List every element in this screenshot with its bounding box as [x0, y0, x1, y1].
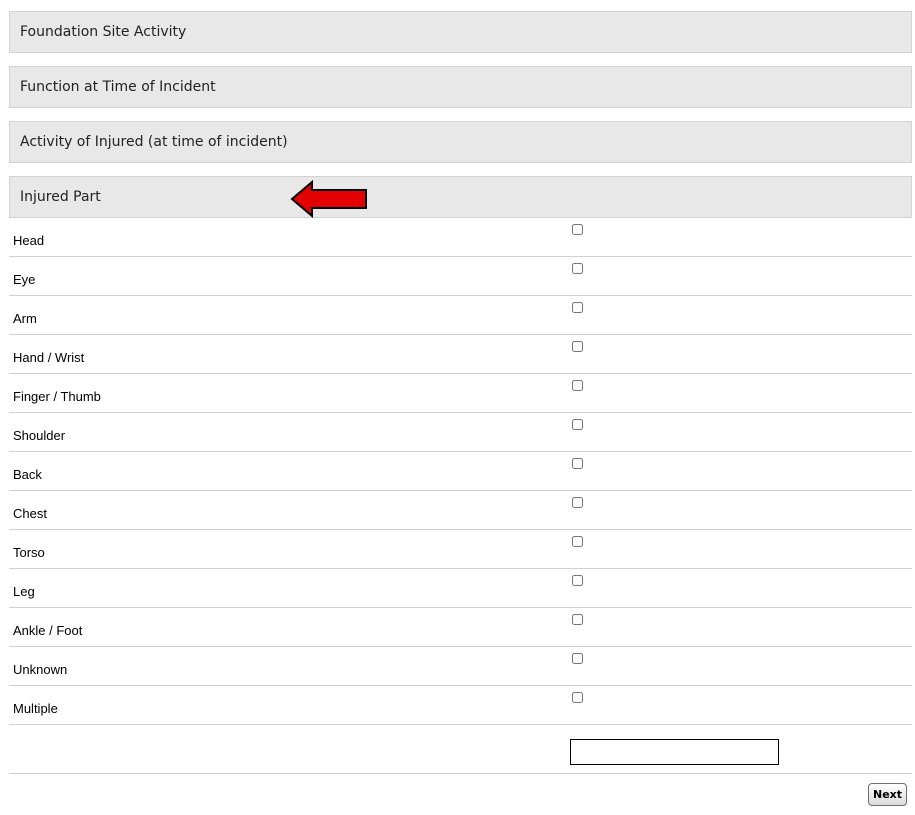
option-label: Unknown [13, 662, 68, 677]
arm-checkbox[interactable] [572, 302, 583, 313]
injured-part-row-back: Back [9, 452, 912, 491]
finger-thumb-checkbox[interactable] [572, 380, 583, 391]
left-arrow-icon [290, 179, 367, 219]
option-label: Shoulder [13, 428, 66, 443]
injured-part-row-unknown: Unknown [9, 647, 912, 686]
injured-part-row-shoulder: Shoulder [9, 413, 912, 452]
section-title: Injured Part [20, 189, 101, 205]
option-label: Arm [13, 311, 37, 326]
unknown-checkbox[interactable] [572, 653, 583, 664]
section-header-foundation-site-activity[interactable]: Foundation Site Activity [9, 11, 912, 53]
section-title: Foundation Site Activity [20, 24, 187, 40]
injured-part-row-eye: Eye [9, 257, 912, 296]
injured-part-row-multiple: Multiple [9, 686, 912, 725]
injured-part-row-head: Head [9, 218, 912, 257]
other-injured-part-input[interactable] [570, 739, 779, 765]
shoulder-checkbox[interactable] [572, 419, 583, 430]
section-header-injured-part[interactable]: Injured Part [9, 176, 912, 218]
option-label: Hand / Wrist [13, 350, 85, 365]
injured-part-row-leg: Leg [9, 569, 912, 608]
injured-part-row-finger-thumb: Finger / Thumb [9, 374, 912, 413]
injured-part-row-torso: Torso [9, 530, 912, 569]
option-label: Ankle / Foot [13, 623, 83, 638]
ankle-foot-checkbox[interactable] [572, 614, 583, 625]
option-label: Multiple [13, 701, 58, 716]
option-label: Back [13, 467, 42, 482]
eye-checkbox[interactable] [572, 263, 583, 274]
torso-checkbox[interactable] [572, 536, 583, 547]
hand-wrist-checkbox[interactable] [572, 341, 583, 352]
option-label: Eye [13, 272, 36, 287]
injured-part-row-ankle-foot: Ankle / Foot [9, 608, 912, 647]
chest-checkbox[interactable] [572, 497, 583, 508]
section-title: Activity of Injured (at time of incident… [20, 134, 288, 150]
option-label: Torso [13, 545, 45, 560]
multiple-checkbox[interactable] [572, 692, 583, 703]
back-checkbox[interactable] [572, 458, 583, 469]
injured-part-row-chest: Chest [9, 491, 912, 530]
section-header-function-at-time-of-incident[interactable]: Function at Time of Incident [9, 66, 912, 108]
option-label: Head [13, 233, 45, 248]
section-title: Function at Time of Incident [20, 79, 216, 95]
head-checkbox[interactable] [572, 224, 583, 235]
injured-part-row-hand-wrist: Hand / Wrist [9, 335, 912, 374]
next-button[interactable]: Next [868, 783, 907, 806]
section-header-activity-of-injured[interactable]: Activity of Injured (at time of incident… [9, 121, 912, 163]
option-label: Leg [13, 584, 35, 599]
option-label: Finger / Thumb [13, 389, 101, 404]
injured-part-row-arm: Arm [9, 296, 912, 335]
leg-checkbox[interactable] [572, 575, 583, 586]
option-label: Chest [13, 506, 47, 521]
